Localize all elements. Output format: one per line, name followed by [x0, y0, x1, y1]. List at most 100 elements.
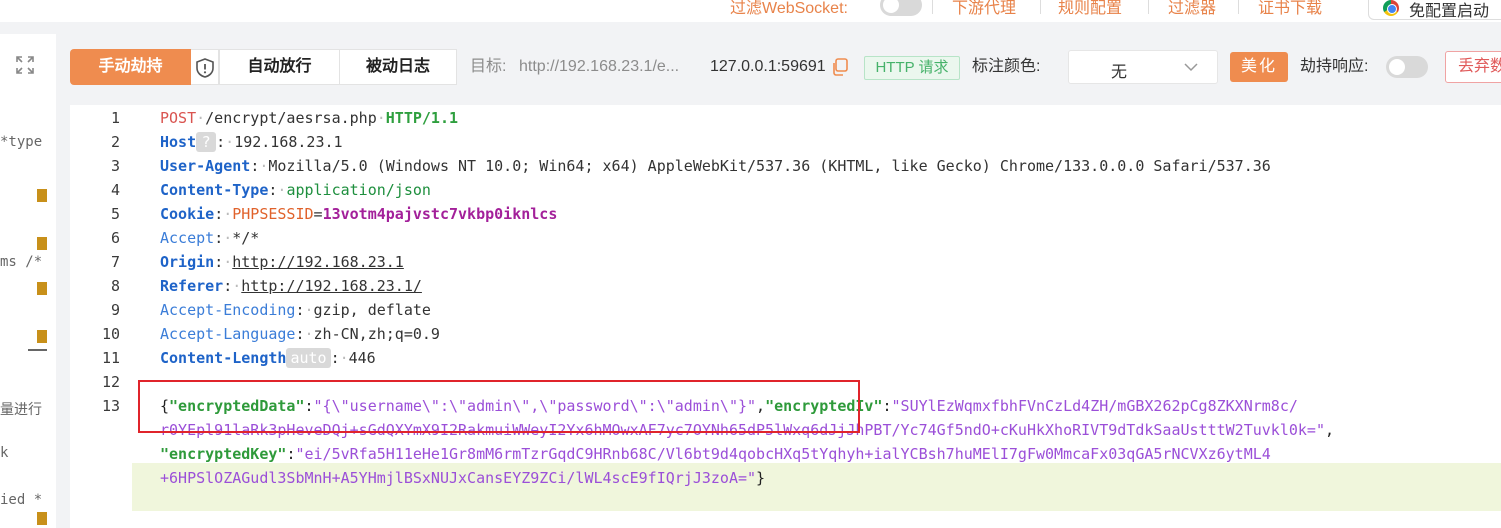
passive-log-button[interactable]: 被动日志 [339, 49, 457, 85]
header-line: Accept:·*/* [160, 229, 260, 247]
header-name: Accept [160, 229, 215, 247]
manual-hijack-button[interactable]: 手动劫持 [70, 49, 191, 85]
line-number: 5 [110, 205, 120, 223]
line-number: 12 [101, 373, 120, 391]
divider [28, 349, 47, 351]
header-value: */* [232, 229, 260, 247]
code-fragment: ms /* [0, 254, 43, 270]
header-name: Referer [160, 277, 224, 295]
hijack-response-label: 劫持响应: [1300, 58, 1369, 75]
header-line: Host?:·192.168.23.1 [160, 132, 343, 152]
target-label: 目标: [470, 58, 507, 75]
line-number: 1 [110, 109, 120, 127]
json-body-line-wrap: +6HPSlOZAGudl3SbMnH+A5YHmjlBSxNUJxCansEY… [160, 469, 766, 487]
header-line: Accept-Language:·zh-CN,zh;q=0.9 [160, 325, 440, 343]
scroll-marker [37, 282, 47, 295]
header-line: Cookie:·PHPSESSID=13votm4pajvstc7vkbp0ik… [160, 205, 558, 223]
chevron-down-icon [1184, 63, 1198, 72]
header-name: User-Agent [160, 157, 251, 175]
chrome-launch-label: 免配置启动 [1409, 3, 1490, 20]
expand-icon[interactable] [15, 55, 35, 75]
header-name: Host [160, 133, 197, 151]
header-value-link[interactable]: http://192.168.23.1/ [241, 277, 422, 295]
header-name: Content-Type [160, 181, 269, 199]
request-line: POST·/encrypt/aesrsa.php·HTTP/1.1 [160, 109, 459, 127]
scroll-marker [37, 512, 47, 525]
host-help-badge[interactable]: ? [196, 132, 217, 152]
header-value: Mozilla/5.0 (Windows NT 10.0; Win64; x64… [268, 157, 1271, 175]
hijack-response-toggle[interactable] [1386, 56, 1428, 78]
divider [1040, 0, 1041, 14]
line-number: 9 [110, 301, 120, 319]
cert-download-link[interactable]: 证书下载 [1258, 0, 1322, 18]
tag-color-select[interactable]: 无 [1068, 50, 1218, 84]
divider [932, 0, 933, 14]
line-number: 11 [101, 349, 120, 367]
header-value: zh-CN,zh;q=0.9 [313, 325, 440, 343]
client-address: 127.0.0.1:59691 [710, 58, 826, 75]
header-name: Cookie [160, 205, 215, 223]
app-root: 过滤WebSocket: 下游代理 规则配置 过滤器 证书下载 免配置启动 *t… [0, 0, 1501, 528]
shield-icon [196, 58, 214, 78]
downstream-proxy-link[interactable]: 下游代理 [952, 0, 1016, 18]
copy-icon[interactable] [830, 57, 850, 77]
code-fragment: k [0, 445, 9, 461]
line-number: 4 [110, 181, 120, 199]
json-body-line-wrap: "encryptedKey":"ei/5vRfa5H11eHe1Gr8mM6rm… [160, 445, 1271, 463]
code-fragment: ied * [0, 492, 43, 508]
discard-button[interactable]: 丢弃数据 [1445, 51, 1501, 83]
chrome-icon [1383, 0, 1399, 16]
auto-length-badge[interactable]: auto [286, 348, 331, 368]
left-panel: *type ms /* 量进行 k ied * [0, 34, 56, 528]
header-line: User-Agent:·Mozilla/5.0 (Windows NT 10.0… [160, 157, 1271, 175]
top-bar: 过滤WebSocket: 下游代理 规则配置 过滤器 证书下载 免配置启动 [0, 0, 1501, 22]
hijack-help-button[interactable] [191, 49, 219, 85]
rule-config-link[interactable]: 规则配置 [1058, 0, 1122, 18]
line-number: 13 [101, 397, 120, 415]
json-string: +6HPSlOZAGudl3SbMnH+A5YHmjlBSxNUJxCansEY… [160, 469, 757, 487]
line-number: 3 [110, 157, 120, 175]
beautify-button[interactable]: 美化 [1230, 52, 1288, 82]
line-number: 8 [110, 277, 120, 295]
cookie-name: PHPSESSID [232, 205, 314, 223]
websocket-filter-label: 过滤WebSocket: [730, 0, 848, 17]
http-version: HTTP/1.1 [385, 109, 459, 127]
line-number: 10 [101, 325, 120, 343]
line-number: 2 [110, 133, 120, 151]
divider [1148, 0, 1149, 14]
http-method: POST [160, 109, 197, 127]
header-value-link[interactable]: http://192.168.23.1 [232, 253, 404, 271]
json-string: "SUYlEzWqmxfbhFVnCzLd4ZH/mGBX262pCg8ZKXN… [891, 397, 1298, 415]
request-editor[interactable]: 1 2 3 4 5 6 7 8 9 10 11 12 13 POST·/encr… [70, 105, 1501, 528]
request-path: /encrypt/aesrsa.php [205, 109, 377, 127]
header-line: Origin:·http://192.168.23.1 [160, 253, 404, 271]
filter-link[interactable]: 过滤器 [1168, 0, 1216, 18]
target-url: http://192.168.23.1/e... [519, 58, 680, 75]
websocket-filter-toggle[interactable] [880, 0, 922, 16]
line-number: 6 [110, 229, 120, 247]
annotation-highlight-box [138, 380, 860, 433]
code-fragment: 量进行 [0, 402, 42, 418]
header-line: Referer:·http://192.168.23.1/ [160, 277, 422, 295]
code-fragment: *type [0, 134, 43, 150]
auto-release-button[interactable]: 自动放行 [219, 49, 340, 85]
tag-color-label: 标注颜色: [972, 58, 1041, 75]
header-value: 192.168.23.1 [234, 133, 343, 151]
tag-color-value: 无 [1111, 64, 1128, 81]
header-value: application/json [286, 181, 431, 199]
header-name: Accept-Language [160, 325, 296, 343]
header-value: gzip, deflate [313, 301, 431, 319]
json-string: "ei/5vRfa5H11eHe1Gr8mM6rmTzrGqdC9HRnb68C… [295, 445, 1271, 463]
header-name: Content-Length [160, 349, 287, 367]
scroll-marker [37, 330, 47, 343]
chrome-launch-button[interactable]: 免配置启动 [1368, 0, 1501, 20]
header-line: Content-Length auto:·446 [160, 348, 376, 368]
scroll-marker [37, 189, 47, 202]
header-line: Accept-Encoding:·gzip, deflate [160, 301, 431, 319]
header-line: Content-Type:·application/json [160, 181, 431, 199]
header-value: 446 [348, 349, 376, 367]
line-number: 7 [110, 253, 120, 271]
http-request-badge: HTTP 请求 [864, 56, 960, 80]
divider [1238, 0, 1239, 14]
header-name: Origin [160, 253, 215, 271]
